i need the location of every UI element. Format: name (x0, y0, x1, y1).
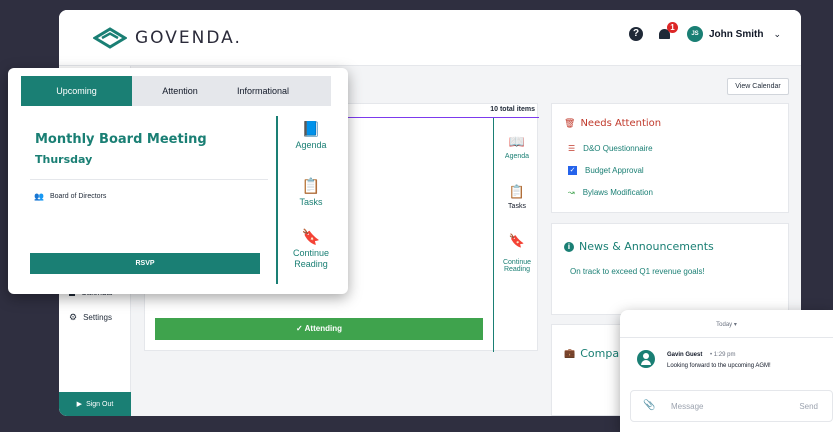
chat-date: Today (716, 322, 733, 328)
total-items-count: 10 total items (490, 106, 535, 113)
agenda-button[interactable]: 📘 Agenda (282, 121, 340, 151)
news-heading: News & Announcements (579, 240, 714, 253)
rsvp-button[interactable]: RSVP (30, 253, 260, 274)
divider (493, 118, 494, 352)
play-icon: ▶ (76, 401, 83, 408)
sign-out-button[interactable]: ▶ Sign Out (59, 392, 131, 416)
divider (276, 116, 278, 284)
meeting-header[interactable]: Monthly Board Meeting Thursday (30, 122, 268, 180)
meeting-day: Thursday (35, 153, 93, 166)
sidebar-item-settings[interactable]: ⚙ Settings (69, 312, 112, 323)
continue-reading-button[interactable]: 🔖 Continue Reading (282, 229, 340, 270)
bookmark-icon: 🔖 (508, 233, 526, 248)
clipboard-icon: 📋 (508, 184, 526, 199)
info-icon: i (564, 241, 574, 252)
briefcase-icon: 💼 (564, 348, 576, 359)
user-name: John Smith (709, 28, 764, 40)
list-icon: ☰ (568, 144, 576, 153)
book-icon: 📖 (508, 134, 526, 149)
agenda-label: Agenda (295, 140, 327, 150)
tab-upcoming[interactable]: Upcoming (21, 76, 132, 106)
chat-date-separator: Today ▾ (620, 321, 833, 328)
avatar: JS (687, 26, 703, 42)
bookmark-icon: 🔖 (301, 229, 321, 246)
tab-informational[interactable]: Informational (228, 76, 298, 106)
top-bar: GOVENDA. ? 1 JS John Smith ⌄ (59, 10, 801, 66)
needs-attention-title: 🗑 Needs Attention (564, 118, 661, 129)
message-input[interactable]: 📎 Message Send (630, 390, 833, 422)
view-calendar-button[interactable]: View Calendar (727, 78, 789, 95)
sign-out-label: Sign Out (86, 400, 114, 408)
message-placeholder: Message (671, 402, 704, 411)
attention-item-label: Budget Approval (585, 166, 644, 175)
divider (620, 337, 833, 338)
attention-item-label: D&O Questionnaire (583, 144, 653, 153)
user-menu[interactable]: JS John Smith ⌄ (687, 26, 781, 42)
tasks-label: Tasks (299, 197, 323, 207)
attendees: 👥 Board of Directors (34, 192, 106, 201)
brand-logo[interactable]: GOVENDA. (93, 27, 242, 49)
govenda-logo-icon (93, 27, 127, 49)
send-button[interactable]: Send (799, 402, 818, 411)
continue-reading-button[interactable]: 🔖 Continue Reading (497, 226, 537, 273)
news-item[interactable]: On track to exceed Q1 revenue goals! (570, 267, 705, 276)
attendees-label: Board of Directors (49, 193, 107, 200)
news-title: i News & Announcements (564, 240, 714, 253)
brand-name: GOVENDA. (135, 28, 242, 48)
gear-icon: ⚙ (69, 312, 78, 322)
tasks-button[interactable]: 📋 Tasks (497, 184, 537, 210)
agenda-button[interactable]: 📖 Agenda (497, 134, 537, 160)
sidebar-item-label: Settings (83, 313, 112, 322)
attention-item-label: Bylaws Modification (582, 188, 653, 197)
chat-time: • 1:29 pm (710, 352, 736, 358)
clipboard-check-icon: 📋 (301, 178, 321, 195)
news-card: i News & Announcements On track to excee… (551, 223, 789, 315)
avatar (637, 350, 655, 368)
help-icon[interactable]: ? (629, 27, 643, 41)
trash-icon: 🗑 (564, 118, 576, 129)
signature-icon: ↝ (568, 188, 575, 197)
attention-item-dno[interactable]: ☰ D&O Questionnaire (568, 144, 653, 153)
chat-widget: Today ▾ Gavin Guest • 1:29 pm Looking fo… (620, 310, 833, 432)
continue-reading-label: Continue Reading (292, 248, 330, 269)
paperclip-icon[interactable]: 📎 (643, 400, 655, 411)
needs-attention-heading: Needs Attention (580, 118, 662, 129)
users-icon: 👥 (34, 192, 44, 201)
checkbox-icon: ✓ (568, 166, 577, 175)
attention-item-bylaws[interactable]: ↝ Bylaws Modification (568, 188, 653, 197)
continue-reading-label: Continue Reading (502, 259, 532, 273)
upcoming-meeting-card: Upcoming Attention Informational Monthly… (8, 68, 348, 294)
chat-message: Looking forward to the upcoming AGM! (667, 363, 771, 369)
chevron-down-icon: ▾ (733, 322, 737, 328)
attending-button[interactable]: ✓ Attending (155, 318, 483, 340)
attention-item-budget[interactable]: ✓ Budget Approval (568, 166, 644, 175)
tab-bar: Upcoming Attention Informational (21, 76, 331, 106)
notification-badge: 1 (667, 22, 678, 33)
book-icon: 📘 (301, 121, 321, 138)
agenda-label: Agenda (504, 153, 530, 160)
tasks-button[interactable]: 📋 Tasks (282, 178, 340, 208)
needs-attention-card: 🗑 Needs Attention ☰ D&O Questionnaire ✓ … (551, 103, 789, 213)
meeting-title: Monthly Board Meeting (35, 132, 207, 147)
notification-bell-icon[interactable]: 1 (657, 22, 678, 42)
chevron-down-icon: ⌄ (773, 28, 781, 39)
chat-sender: Gavin Guest (667, 352, 703, 358)
tab-attention[interactable]: Attention (132, 76, 228, 106)
tasks-label: Tasks (508, 203, 526, 210)
